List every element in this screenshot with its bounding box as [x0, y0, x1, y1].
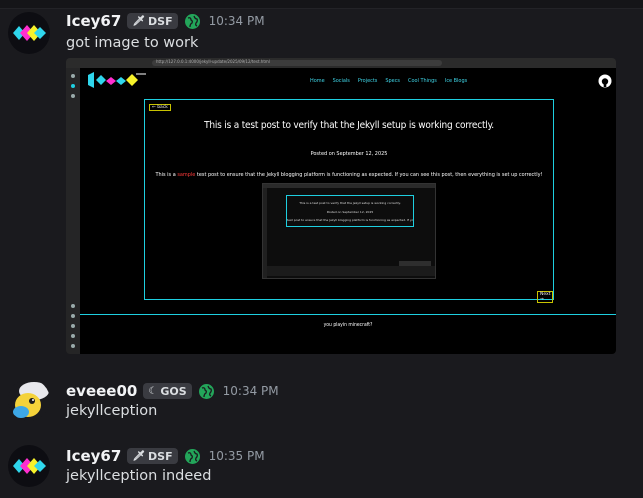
timestamp: 10:34 PM	[208, 14, 265, 28]
timestamp: 10:34 PM	[222, 384, 279, 398]
footer-divider	[80, 314, 616, 315]
sword-icon: 🗡	[132, 15, 146, 27]
post-container: ← back This is a test post to verify tha…	[144, 99, 554, 303]
github-icon	[598, 74, 612, 88]
guild-tag[interactable]: 🗡 DSF	[127, 448, 178, 464]
previous-message-edge	[0, 0, 643, 9]
address-bar: http://127.0.0.1:4000/jekyll-update/2025…	[152, 59, 442, 66]
back-button: ← back	[149, 104, 171, 111]
avatar-icey67[interactable]	[8, 12, 50, 54]
nested-screenshot: This is a test post to verify that the J…	[262, 183, 436, 279]
message-text: jekyllception indeed	[66, 468, 212, 484]
timestamp: 10:35 PM	[208, 449, 265, 463]
globe-icon[interactable]	[198, 383, 215, 400]
site-logo-icon	[88, 72, 146, 88]
globe-icon[interactable]	[184, 13, 201, 30]
guild-tag-label: GOS	[160, 384, 187, 398]
guild-tag[interactable]: ☾ GOS	[143, 383, 192, 399]
post-body: This is a sample test post to ensure tha…	[155, 172, 543, 178]
browser-toolbar: http://127.0.0.1:4000/jekyll-update/2025…	[66, 58, 616, 68]
screenshot-webpage: Home Socials Projects Specs Cool Things …	[80, 68, 616, 354]
guild-tag-label: DSF	[148, 14, 173, 28]
browser-sidebar	[66, 68, 80, 354]
sword-icon: 🗡	[132, 450, 146, 462]
avatar-eveee00[interactable]	[8, 379, 50, 421]
username[interactable]: Icey67	[66, 12, 121, 30]
guild-tag[interactable]: 🗡 DSF	[127, 13, 178, 29]
site-nav: Home Socials Projects Specs Cool Things …	[310, 78, 468, 84]
image-attachment[interactable]: http://127.0.0.1:4000/jekyll-update/2025…	[66, 58, 616, 354]
globe-icon[interactable]	[184, 448, 201, 465]
avatar-icey67[interactable]	[8, 445, 50, 487]
moon-icon: ☾	[148, 385, 158, 397]
next-button: Next →	[537, 291, 554, 303]
guild-tag-label: DSF	[148, 449, 173, 463]
message-text: got image to work	[66, 35, 199, 51]
username[interactable]: eveee00	[66, 382, 137, 400]
username[interactable]: Icey67	[66, 447, 121, 465]
post-date: Posted on September 12, 2025	[310, 151, 388, 157]
post-title: This is a test post to verify that the J…	[204, 120, 494, 131]
message-text: jekyllception	[66, 403, 158, 419]
nested-post-container: This is a test post to verify that the J…	[286, 195, 414, 227]
site-footer: you playin minecraft?	[323, 322, 373, 328]
